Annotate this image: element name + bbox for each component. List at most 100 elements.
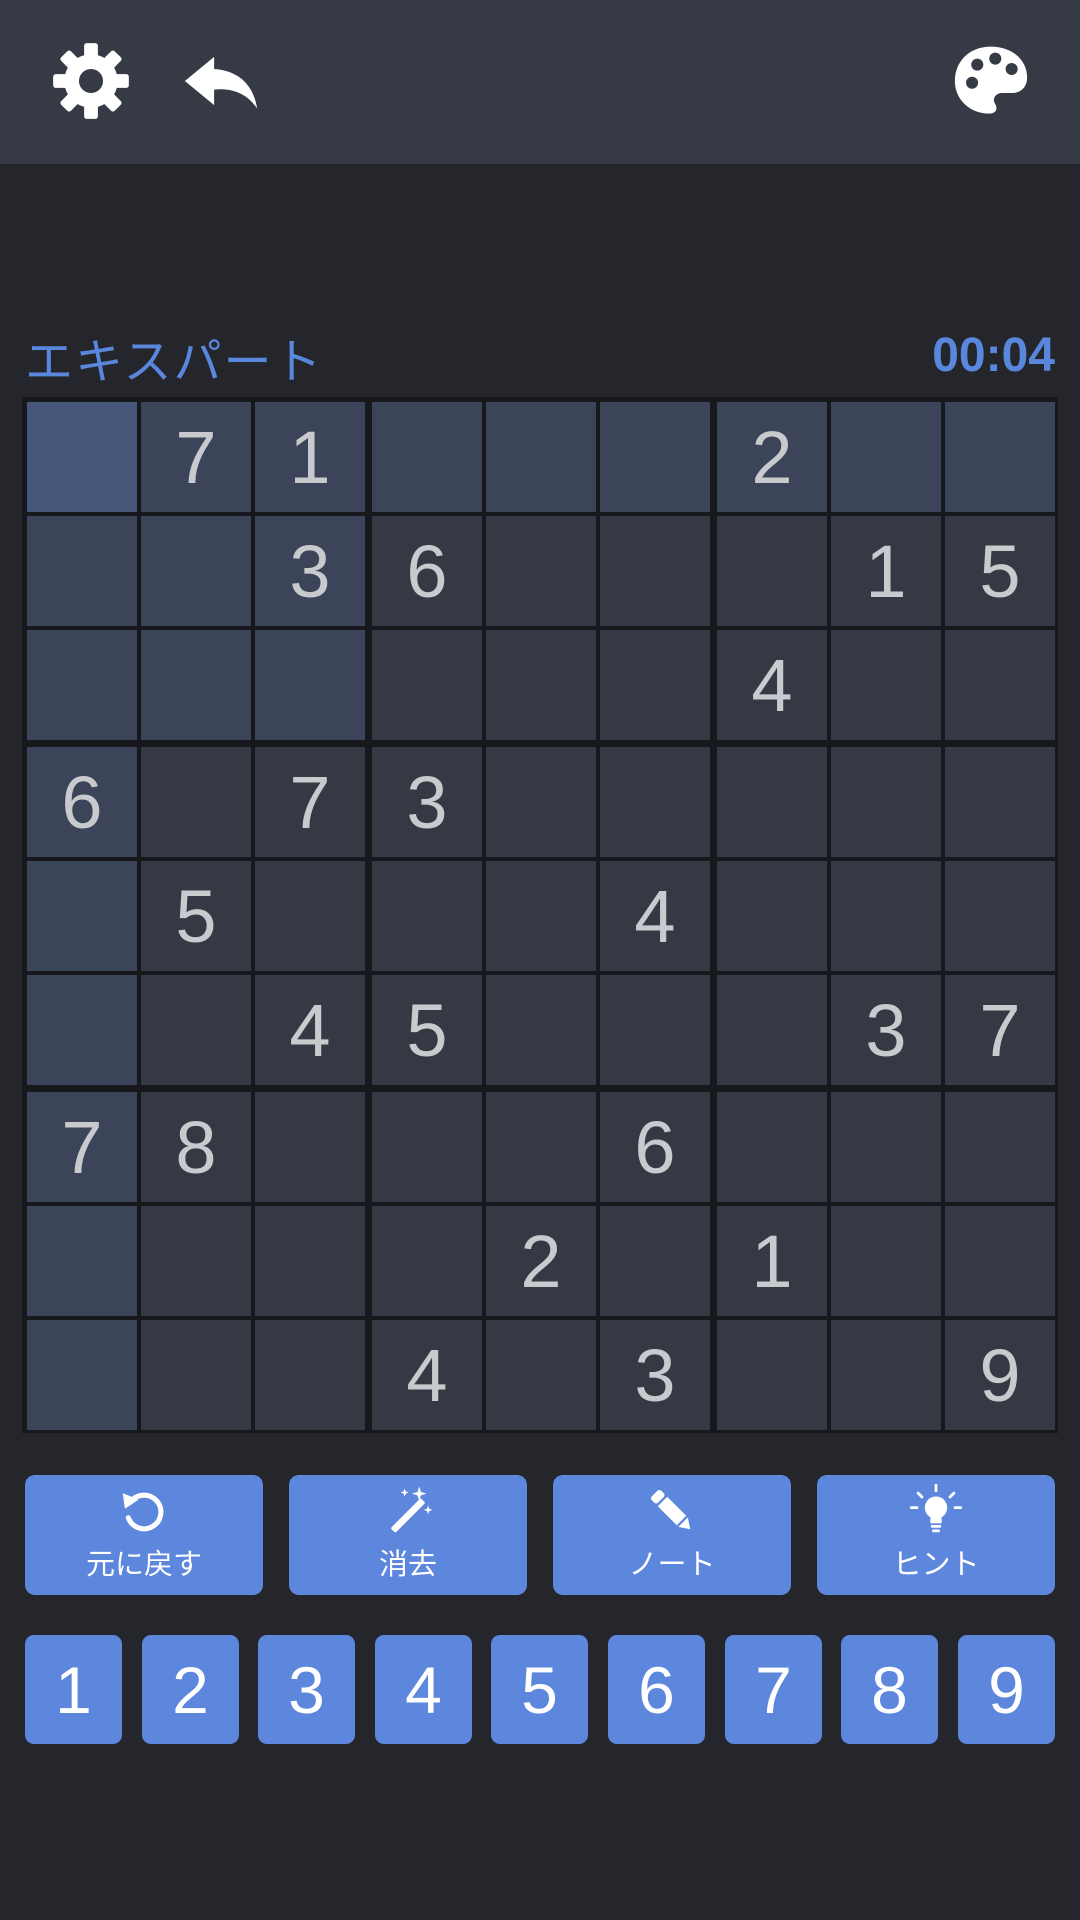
sudoku-cell-r4c9[interactable] — [945, 747, 1055, 857]
sudoku-cell-r4c3[interactable]: 7 — [255, 747, 365, 857]
sudoku-cell-r7c7[interactable] — [717, 1092, 827, 1202]
number-button-3[interactable]: 3 — [258, 1635, 355, 1744]
sudoku-cell-r2c7[interactable] — [717, 516, 827, 626]
number-button-6[interactable]: 6 — [608, 1635, 705, 1744]
number-button-2[interactable]: 2 — [142, 1635, 239, 1744]
sudoku-cell-r5c5[interactable] — [486, 861, 596, 971]
sudoku-cell-r7c1[interactable]: 7 — [27, 1092, 137, 1202]
sudoku-cell-r3c6[interactable] — [600, 630, 710, 740]
sudoku-cell-r3c3[interactable] — [255, 630, 365, 740]
sudoku-cell-r5c8[interactable] — [831, 861, 941, 971]
sudoku-cell-r1c7[interactable]: 2 — [717, 402, 827, 512]
notes-button[interactable]: ノート — [553, 1475, 791, 1595]
sudoku-cell-r1c9[interactable] — [945, 402, 1055, 512]
sudoku-cell-r5c3[interactable] — [255, 861, 365, 971]
sudoku-cell-r9c9[interactable]: 9 — [945, 1320, 1055, 1430]
sudoku-cell-r3c8[interactable] — [831, 630, 941, 740]
sudoku-cell-r1c3[interactable]: 1 — [255, 402, 365, 512]
sudoku-cell-r2c5[interactable] — [486, 516, 596, 626]
sudoku-cell-r4c4[interactable]: 3 — [372, 747, 482, 857]
sudoku-cell-r7c8[interactable] — [831, 1092, 941, 1202]
number-button-5[interactable]: 5 — [491, 1635, 588, 1744]
sudoku-cell-r2c2[interactable] — [141, 516, 251, 626]
tool-label: ヒント — [892, 1549, 980, 1581]
sudoku-cell-r7c5[interactable] — [486, 1092, 596, 1202]
number-button-9[interactable]: 9 — [958, 1635, 1055, 1744]
sudoku-cell-r2c4[interactable]: 6 — [372, 516, 482, 626]
sudoku-cell-r5c7[interactable] — [717, 861, 827, 971]
sudoku-cell-r2c8[interactable]: 1 — [831, 516, 941, 626]
sudoku-cell-r7c2[interactable]: 8 — [141, 1092, 251, 1202]
sudoku-cell-r9c6[interactable]: 3 — [600, 1320, 710, 1430]
sudoku-cell-r4c7[interactable] — [717, 747, 827, 857]
sudoku-cell-r9c1[interactable] — [27, 1320, 137, 1430]
sudoku-cell-r9c8[interactable] — [831, 1320, 941, 1430]
sudoku-cell-r3c1[interactable] — [27, 630, 137, 740]
sudoku-cell-r7c4[interactable] — [372, 1092, 482, 1202]
game-status-row: エキスパート 00:04 — [25, 322, 1055, 389]
sudoku-cell-r5c4[interactable] — [372, 861, 482, 971]
undo-arrow-icon — [184, 56, 258, 109]
sudoku-cell-r9c2[interactable] — [141, 1320, 251, 1430]
hint-button[interactable]: ヒント — [817, 1475, 1055, 1595]
sudoku-cell-r9c3[interactable] — [255, 1320, 365, 1430]
number-button-4[interactable]: 4 — [375, 1635, 472, 1744]
sudoku-cell-r4c2[interactable] — [141, 747, 251, 857]
sudoku-cell-r1c6[interactable] — [600, 402, 710, 512]
sudoku-cell-r9c5[interactable] — [486, 1320, 596, 1430]
sudoku-cell-r8c1[interactable] — [27, 1206, 137, 1316]
sudoku-cell-r7c6[interactable]: 6 — [600, 1092, 710, 1202]
sudoku-cell-r7c3[interactable] — [255, 1092, 365, 1202]
sudoku-cell-r3c9[interactable] — [945, 630, 1055, 740]
sudoku-cell-r6c8[interactable]: 3 — [831, 975, 941, 1085]
sudoku-cell-r5c6[interactable]: 4 — [600, 861, 710, 971]
sudoku-cell-r5c2[interactable]: 5 — [141, 861, 251, 971]
sudoku-cell-r8c4[interactable] — [372, 1206, 482, 1316]
sudoku-cell-r8c7[interactable]: 1 — [717, 1206, 827, 1316]
sudoku-cell-r2c1[interactable] — [27, 516, 137, 626]
sudoku-cell-r6c1[interactable] — [27, 975, 137, 1085]
sudoku-cell-r5c1[interactable] — [27, 861, 137, 971]
sudoku-cell-r4c8[interactable] — [831, 747, 941, 857]
sudoku-cell-r4c1[interactable]: 6 — [27, 747, 137, 857]
sudoku-cell-r8c6[interactable] — [600, 1206, 710, 1316]
sudoku-cell-r1c2[interactable]: 7 — [141, 402, 251, 512]
sudoku-cell-r6c4[interactable]: 5 — [372, 975, 482, 1085]
sudoku-cell-r6c5[interactable] — [486, 975, 596, 1085]
number-button-8[interactable]: 8 — [841, 1635, 938, 1744]
sudoku-cell-r1c8[interactable] — [831, 402, 941, 512]
sudoku-cell-r1c5[interactable] — [486, 402, 596, 512]
sudoku-cell-r6c9[interactable]: 7 — [945, 975, 1055, 1085]
erase-button[interactable]: 消去 — [289, 1475, 527, 1595]
sudoku-cell-r8c9[interactable] — [945, 1206, 1055, 1316]
sudoku-cell-r6c7[interactable] — [717, 975, 827, 1085]
sudoku-cell-r7c9[interactable] — [945, 1092, 1055, 1202]
sudoku-cell-r8c2[interactable] — [141, 1206, 251, 1316]
sudoku-cell-r2c3[interactable]: 3 — [255, 516, 365, 626]
undo-action-button[interactable]: 元に戻す — [25, 1475, 263, 1595]
sudoku-cell-r9c7[interactable] — [717, 1320, 827, 1430]
number-button-1[interactable]: 1 — [25, 1635, 122, 1744]
sudoku-cell-r3c7[interactable]: 4 — [717, 630, 827, 740]
sudoku-cell-r6c6[interactable] — [600, 975, 710, 1085]
sudoku-cell-r4c5[interactable] — [486, 747, 596, 857]
settings-button[interactable] — [48, 38, 134, 124]
sudoku-cell-r6c3[interactable]: 4 — [255, 975, 365, 1085]
sudoku-cell-r1c4[interactable] — [372, 402, 482, 512]
sudoku-cell-r1c1[interactable] — [27, 402, 137, 512]
sudoku-cell-r3c2[interactable] — [141, 630, 251, 740]
sudoku-cell-r8c5[interactable]: 2 — [486, 1206, 596, 1316]
sudoku-cell-r6c2[interactable] — [141, 975, 251, 1085]
undo-button[interactable] — [178, 38, 264, 124]
sudoku-cell-r9c4[interactable]: 4 — [372, 1320, 482, 1430]
sudoku-cell-r3c4[interactable] — [372, 630, 482, 740]
number-button-7[interactable]: 7 — [725, 1635, 822, 1744]
sudoku-cell-r5c9[interactable] — [945, 861, 1055, 971]
sudoku-cell-r4c6[interactable] — [600, 747, 710, 857]
theme-button[interactable] — [948, 38, 1034, 124]
sudoku-cell-r8c3[interactable] — [255, 1206, 365, 1316]
sudoku-cell-r2c6[interactable] — [600, 516, 710, 626]
sudoku-cell-r8c8[interactable] — [831, 1206, 941, 1316]
sudoku-cell-r3c5[interactable] — [486, 630, 596, 740]
sudoku-cell-r2c9[interactable]: 5 — [945, 516, 1055, 626]
